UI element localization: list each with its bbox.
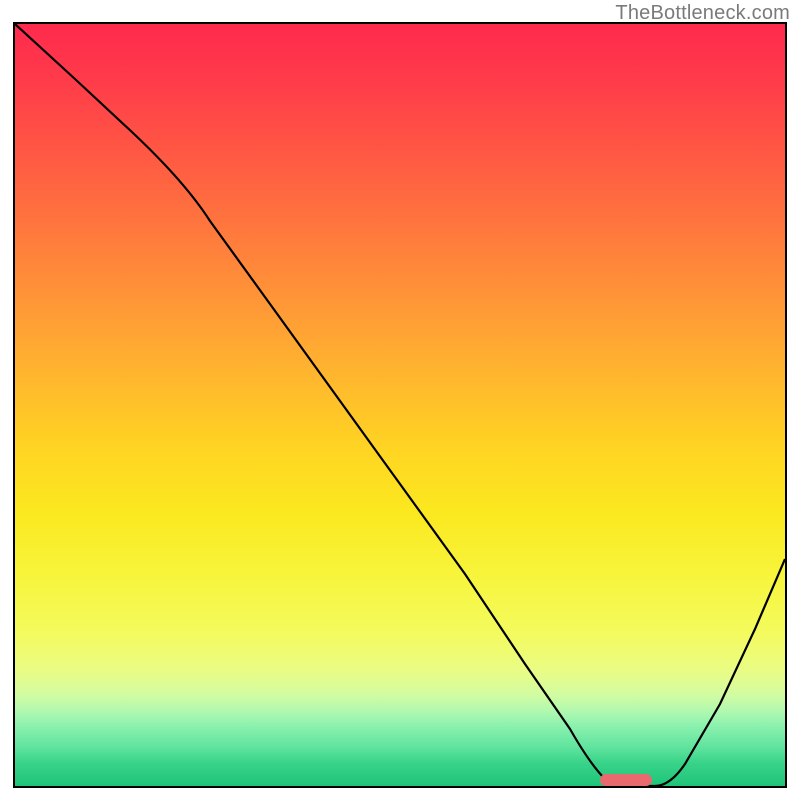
plot-area [13,22,787,788]
chart-container: TheBottleneck.com [0,0,800,800]
bottleneck-curve [15,24,785,786]
curve-svg [15,24,785,786]
marker-pill [600,774,652,786]
watermark-text: TheBottleneck.com [615,2,790,25]
